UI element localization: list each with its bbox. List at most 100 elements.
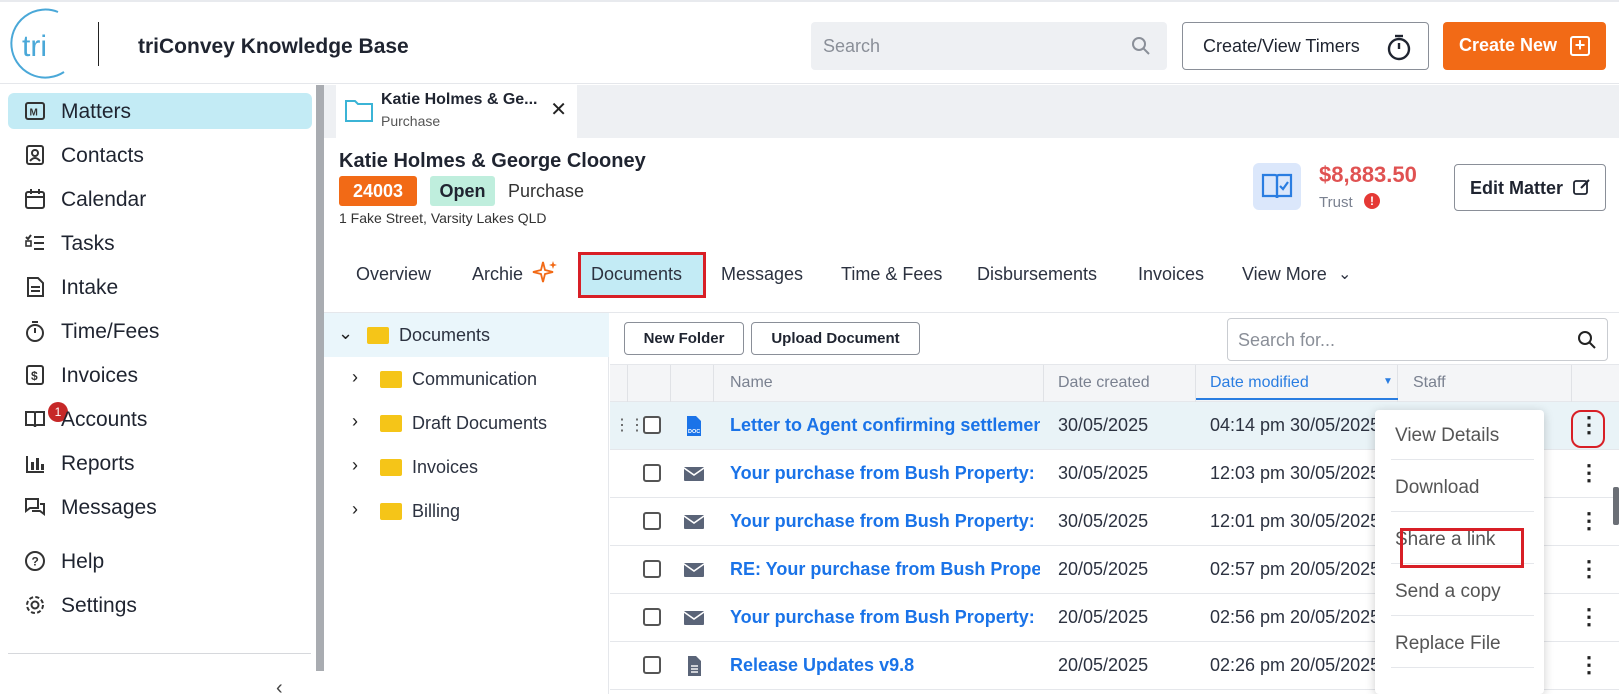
row-actions-icon[interactable]: ⋮ [1578, 510, 1600, 534]
edit-matter-button[interactable]: Edit Matter [1454, 164, 1606, 211]
new-folder-button[interactable]: New Folder [624, 322, 744, 355]
search-icon [1132, 37, 1150, 55]
tri-logo[interactable]: tri [8, 6, 88, 80]
date-created: 30/05/2025 [1058, 415, 1149, 435]
chevron-right-icon[interactable]: › [352, 455, 370, 477]
folder-icon [380, 503, 402, 520]
tree-label: Draft Documents [412, 413, 548, 433]
global-search-input[interactable]: Search [811, 22, 1167, 70]
menu-item-send-copy[interactable]: Send a copy [1391, 566, 1534, 616]
sidebar-divider [8, 653, 311, 654]
sidebar-scrollbar[interactable] [316, 85, 324, 671]
tab-documents[interactable]: Documents [591, 264, 682, 285]
document-name-link[interactable]: RE: Your purchase from Bush Property [730, 559, 1040, 580]
sidebar-item-label: Matters [61, 100, 132, 123]
matter-tab-name: Katie Holmes & Ge... [381, 91, 538, 108]
sidebar-item-calendar[interactable]: Calendar [8, 181, 312, 217]
contacts-icon [26, 145, 44, 165]
chat-icon [25, 498, 45, 516]
sidebar-item-time-fees[interactable]: Time/Fees [8, 313, 312, 349]
sidebar-item-help[interactable]: ? Help [8, 543, 312, 579]
sidebar-item-reports[interactable]: Reports [8, 445, 312, 481]
row-checkbox[interactable] [643, 512, 661, 530]
row-checkbox[interactable] [643, 656, 661, 674]
app-title: triConvey Knowledge Base [138, 35, 409, 58]
tab-view-more[interactable]: View More [1242, 264, 1327, 285]
sidebar-item-accounts[interactable]: 1 Accounts [8, 401, 312, 437]
accounts-book-icon [25, 411, 45, 428]
document-name-link[interactable]: Your purchase from Bush Property: 1 [730, 607, 1040, 628]
trust-book-icon[interactable] [1253, 163, 1301, 210]
tree-label: Communication [412, 369, 538, 389]
tab-archie[interactable]: Archie [472, 264, 523, 285]
row-checkbox[interactable] [643, 464, 661, 482]
document-name-link[interactable]: Letter to Agent confirming settlement [730, 415, 1040, 436]
tree-root-documents[interactable]: ⌄ Documents [324, 313, 609, 357]
chevron-right-icon[interactable]: › [352, 411, 370, 433]
menu-item-download[interactable]: Download [1391, 462, 1534, 512]
sidebar-item-invoices[interactable]: $ Invoices [8, 357, 312, 393]
drag-handle-icon[interactable]: ⋮⋮ [614, 415, 645, 435]
sparkle-icon [532, 261, 557, 283]
row-checkbox[interactable] [643, 608, 661, 626]
tab-overview[interactable]: Overview [356, 264, 431, 285]
sidebar-item-intake[interactable]: Intake [8, 269, 312, 305]
menu-item-label: Send a copy [1395, 581, 1501, 602]
sort-down-icon[interactable]: ▼ [1383, 376, 1393, 387]
collapse-sidebar-icon[interactable]: ‹ [276, 677, 290, 694]
stopwatch-icon [26, 321, 44, 342]
column-staff[interactable]: Staff [1413, 374, 1446, 392]
menu-item-view-details[interactable]: View Details [1391, 410, 1534, 460]
tree-folder-communication[interactable]: › Communication [324, 357, 609, 401]
tab-time-fees[interactable]: Time & Fees [841, 264, 942, 285]
chevron-down-icon[interactable]: ⌄ [338, 323, 356, 345]
matter-type: Purchase [508, 181, 585, 201]
sidebar-item-matters[interactable]: M Matters [8, 93, 312, 129]
create-view-timers-button[interactable]: Create/View Timers [1182, 22, 1429, 70]
sidebar-item-messages[interactable]: Messages [8, 489, 312, 525]
row-checkbox[interactable] [643, 416, 661, 434]
document-name-link[interactable]: Release Updates v9.8 [730, 655, 1040, 676]
tree-folder-draft-documents[interactable]: › Draft Documents [324, 401, 609, 445]
tree-folder-invoices[interactable]: › Invoices [324, 445, 609, 489]
bar-chart-icon [26, 456, 44, 473]
create-new-button[interactable]: Create New + [1443, 22, 1606, 70]
sidebar-item-contacts[interactable]: Contacts [8, 137, 312, 173]
document-name-link[interactable]: Your purchase from Bush Property: 1 [730, 463, 1040, 484]
row-actions-icon[interactable]: ⋮ [1578, 606, 1600, 630]
open-matter-tab[interactable]: Katie Holmes & Ge... Purchase ✕ [336, 85, 577, 138]
tree-folder-billing[interactable]: › Billing [324, 489, 609, 533]
search-icon [1578, 331, 1596, 349]
chevron-right-icon[interactable]: › [352, 367, 370, 389]
row-actions-icon[interactable]: ⋮ [1578, 654, 1600, 678]
tab-disbursements[interactable]: Disbursements [977, 264, 1097, 285]
sidebar-item-label: Tasks [61, 232, 115, 255]
row-actions-icon[interactable]: ⋮ [1578, 558, 1600, 582]
document-name-link[interactable]: Your purchase from Bush Property: 1 [730, 511, 1040, 532]
matter-title: Katie Holmes & George Clooney [339, 150, 646, 172]
chevron-down-icon[interactable]: ⌄ [1338, 264, 1351, 284]
row-actions-icon[interactable]: ⋮ [1578, 462, 1600, 486]
folder-outline-icon [345, 100, 373, 122]
tab-invoices[interactable]: Invoices [1138, 264, 1204, 285]
close-icon[interactable]: ✕ [550, 97, 567, 122]
column-date-modified[interactable]: Date modified [1210, 374, 1309, 392]
gear-icon [26, 596, 44, 614]
column-name[interactable]: Name [730, 374, 773, 392]
table-scrollbar[interactable] [1613, 487, 1619, 525]
menu-item-label: Replace File [1395, 633, 1501, 654]
sidebar-item-tasks[interactable]: Tasks [8, 225, 312, 261]
upload-document-button[interactable]: Upload Document [751, 322, 920, 355]
column-date-created[interactable]: Date created [1058, 374, 1150, 392]
document-search-input[interactable]: Search for... [1227, 318, 1608, 361]
sidebar-item-settings[interactable]: Settings [8, 587, 312, 623]
svg-text:$: $ [31, 369, 38, 383]
chevron-right-icon[interactable]: › [352, 499, 370, 521]
tasks-icon [25, 234, 44, 250]
menu-item-replace-file[interactable]: Replace File [1391, 618, 1534, 668]
matter-id-badge: 24003 [339, 176, 417, 206]
menu-item-label: View Details [1395, 425, 1500, 446]
tab-messages[interactable]: Messages [721, 264, 803, 285]
row-checkbox[interactable] [643, 560, 661, 578]
matter-address: 1 Fake Street, Varsity Lakes QLD [339, 210, 547, 226]
